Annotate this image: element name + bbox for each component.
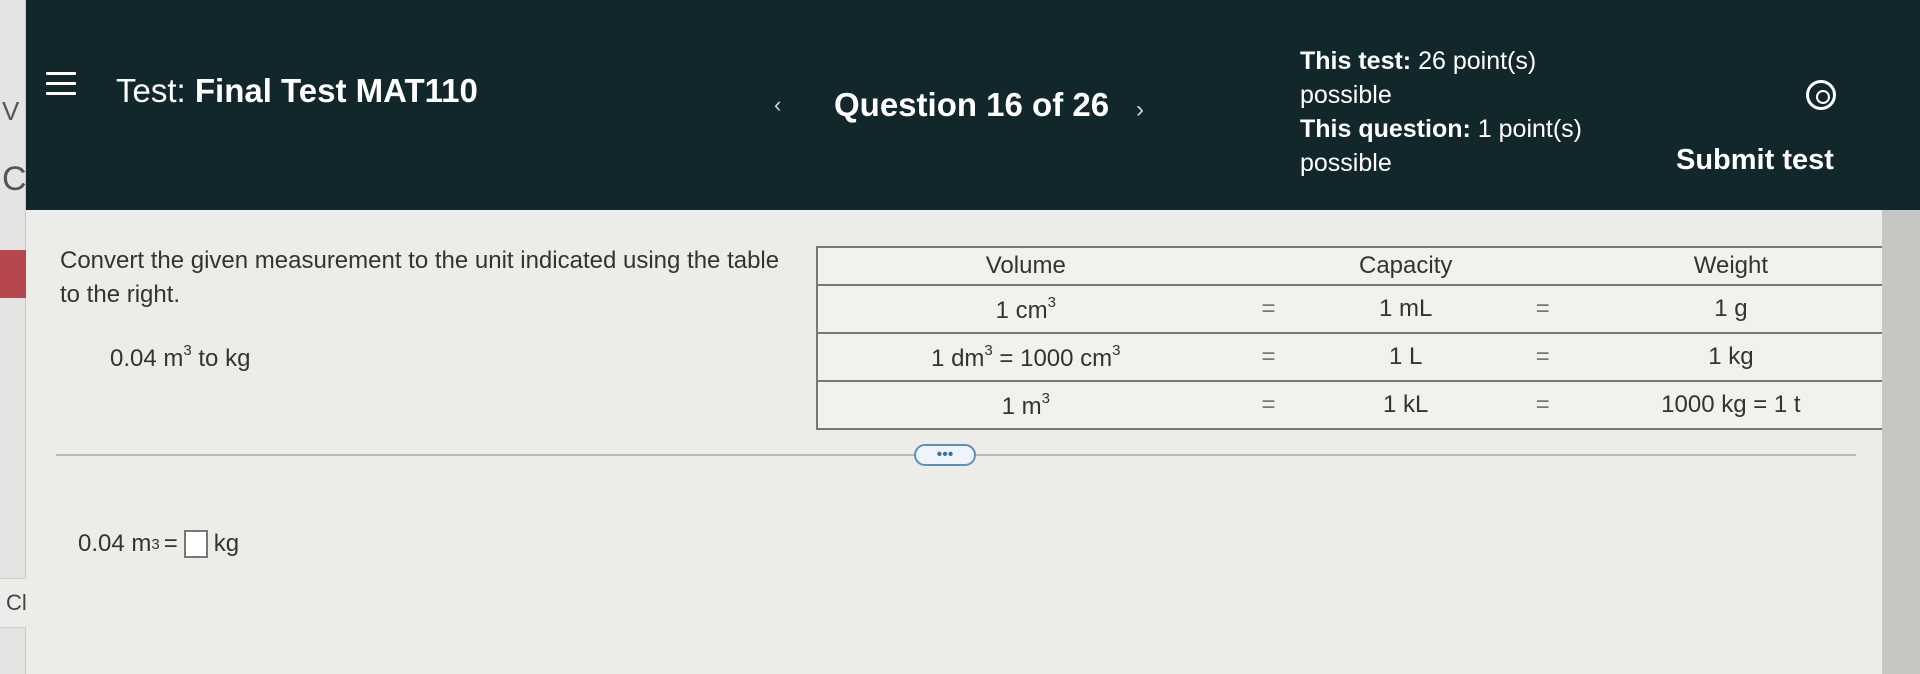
- expand-more-button[interactable]: •••: [914, 444, 976, 466]
- problem-statement: 0.04 m3 to kg: [110, 342, 250, 373]
- next-question-icon[interactable]: ›: [1136, 96, 1144, 124]
- equals-sign: =: [1233, 380, 1304, 430]
- header-weight: Weight: [1577, 246, 1885, 285]
- equals-sign: =: [1233, 284, 1304, 333]
- left-edge: V C: [0, 0, 27, 674]
- right-edge: [1882, 210, 1920, 674]
- table-row: 1 cm3 = 1 mL = 1 g: [817, 284, 1885, 333]
- problem-unit: to kg: [198, 345, 251, 372]
- capacity-cell: 1 mL: [1303, 284, 1508, 333]
- weight-cell: 1 kg: [1577, 332, 1885, 381]
- points-test-label: This test:: [1300, 47, 1412, 75]
- submit-test-button[interactable]: Submit test: [1676, 144, 1834, 177]
- table-row: 1 m3 = 1 kL = 1000 kg = 1 t: [817, 380, 1885, 430]
- problem-exponent: 3: [183, 342, 192, 359]
- menu-icon[interactable]: [46, 72, 76, 98]
- answer-unit: kg: [213, 530, 240, 557]
- weight-cell: 1000 kg = 1 t: [1577, 380, 1885, 430]
- problem-value: 0.04 m: [110, 345, 184, 372]
- points-question-label: This question:: [1300, 115, 1471, 143]
- answer-prefix: 0.04 m: [78, 530, 152, 557]
- volume-cell: 1 cm3: [817, 284, 1234, 333]
- test-header: Test: Final Test MAT110 ‹ Question 16 of…: [26, 0, 1920, 210]
- answer-equals: =: [163, 530, 178, 557]
- answer-exponent: 3: [151, 535, 160, 553]
- table-header-row: Volume Capacity Weight: [817, 246, 1885, 285]
- previous-question-icon[interactable]: ‹: [774, 92, 781, 118]
- answer-input[interactable]: [183, 530, 208, 558]
- equals-sign: =: [1507, 380, 1578, 430]
- answer-line: 0.04 m3 = kg: [78, 530, 239, 558]
- equals-sign: =: [1507, 332, 1578, 381]
- test-title-prefix: Test:: [116, 72, 186, 109]
- question-content: Convert the given measurement to the uni…: [26, 210, 1886, 674]
- test-title-name: Final Test MAT110: [194, 72, 478, 109]
- equals-sign: =: [1233, 332, 1304, 381]
- table-row: 1 dm3 = 1000 cm3 = 1 L = 1 kg: [817, 332, 1885, 381]
- points-info: This test: 26 point(s) possible This que…: [1300, 44, 1590, 180]
- question-counter: Question 16 of 26: [834, 86, 1110, 123]
- conversion-table: Volume Capacity Weight 1 cm3 = 1 mL = 1 …: [816, 246, 1886, 430]
- volume-cell: 1 dm3 = 1000 cm3: [817, 332, 1234, 381]
- weight-cell: 1 g: [1577, 284, 1885, 333]
- edge-accent: [0, 250, 26, 298]
- settings-icon[interactable]: [1806, 80, 1836, 110]
- question-instructions: Convert the given measurement to the uni…: [60, 247, 780, 308]
- test-title: Test: Final Test MAT110: [116, 72, 478, 110]
- header-volume: Volume: [817, 246, 1234, 285]
- header-capacity: Capacity: [1303, 246, 1508, 285]
- capacity-cell: 1 kL: [1303, 380, 1508, 430]
- capacity-cell: 1 L: [1303, 332, 1508, 381]
- edge-glyph: V: [2, 96, 20, 126]
- edge-glyph: C: [2, 160, 27, 198]
- volume-cell: 1 m3: [817, 380, 1234, 430]
- equals-sign: =: [1507, 284, 1578, 333]
